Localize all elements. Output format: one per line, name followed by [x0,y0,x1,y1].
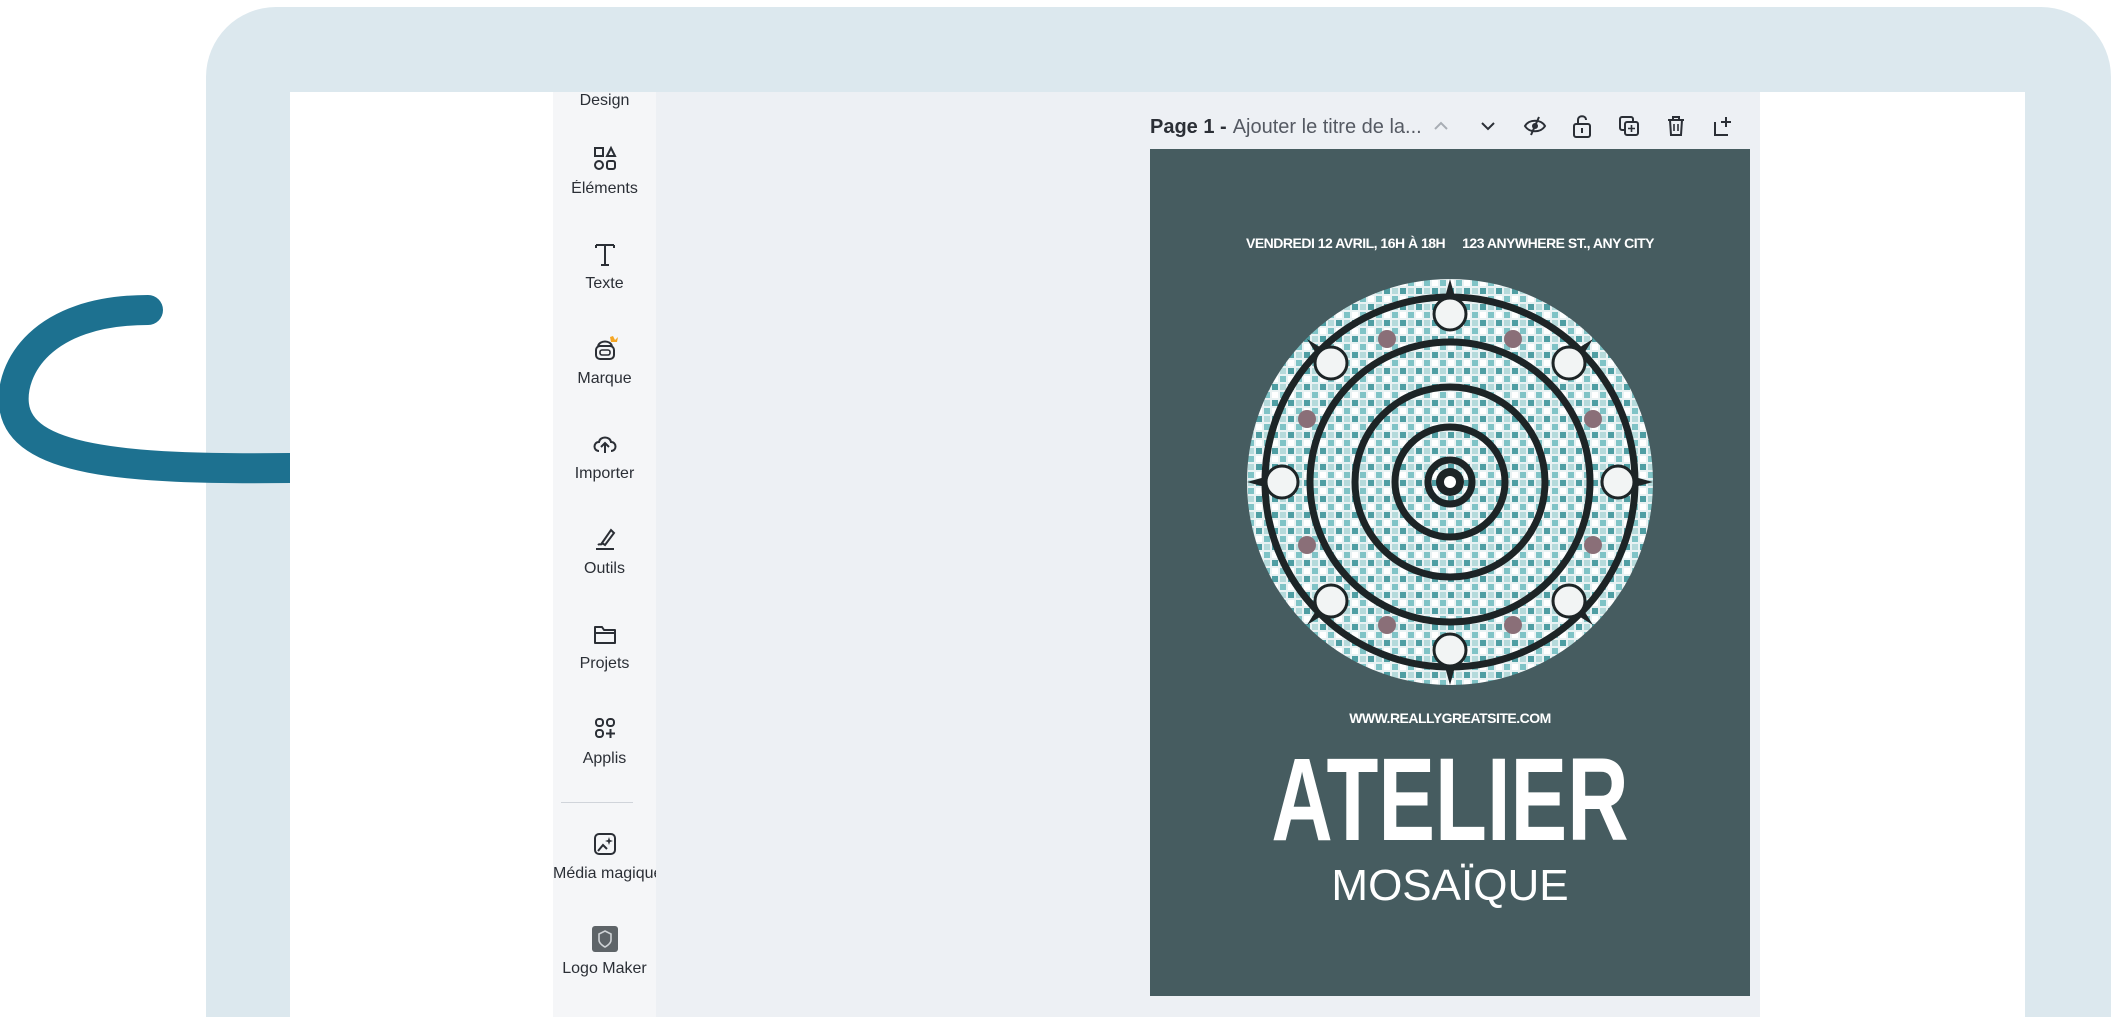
logo-maker-icon [591,926,618,952]
magic-media-icon [593,833,616,855]
sidebar-item-label: Éléments [571,180,638,197]
sidebar-item-label: Texte [585,275,624,292]
sidebar-item-logo-maker[interactable]: Logo Maker [553,924,656,978]
sidebar-item-label: Média magique [553,865,656,882]
right-margin [1760,92,2025,1017]
design-page-canvas[interactable]: VENDREDI 12 AVRIL, 16H À 18H 123 ANYWHER… [1150,149,1750,996]
sidebar-item-apps[interactable]: Applis [553,714,656,768]
sidebar-item-tools[interactable]: Outils [553,524,656,578]
sidebar-item-design[interactable]: Design [553,92,656,110]
side-panel: Design Éléments Texte Marque Importer Ou… [553,92,656,1017]
chevron-down-icon[interactable] [1472,110,1504,142]
tools-icon [595,528,615,550]
sidebar-item-label: Applis [582,750,627,767]
page-actions [1425,110,1739,142]
sidebar-item-upload[interactable]: Importer [553,429,656,483]
upload-icon [593,436,616,453]
brand-icon [594,336,618,360]
sidebar-item-label: Projets [579,655,630,672]
page-title-input[interactable]: Ajouter le titre de la... [1233,116,1422,139]
text-icon [594,244,615,266]
folder-icon [593,626,616,644]
sidebar-divider [561,802,633,803]
sidebar-item-text[interactable]: Texte [553,239,656,293]
event-info-text[interactable]: VENDREDI 12 AVRIL, 16H À 18H 123 ANYWHER… [1150,235,1750,251]
sidebar-item-magic-media[interactable]: Média magique [553,829,656,883]
apps-icon [594,718,615,738]
page-number-label: Page 1 - [1150,115,1227,138]
add-page-icon[interactable] [1707,110,1739,142]
duplicate-icon[interactable] [1613,110,1645,142]
chevron-up-icon[interactable] [1425,110,1457,142]
sidebar-item-label: Importer [574,465,635,482]
sidebar-item-elements[interactable]: Éléments [553,144,656,198]
sidebar-item-label: Marque [577,370,632,387]
poster-title[interactable]: ATELIER [1234,735,1666,865]
hide-page-icon[interactable] [1519,110,1551,142]
poster-subtitle[interactable]: MOSAÏQUE [1150,861,1750,911]
sidebar-item-label: Outils [584,560,625,577]
sidebar-item-label: Logo Maker [562,960,647,977]
sidebar-item-label: Design [579,92,630,109]
sidebar-item-projects[interactable]: Projets [553,619,656,673]
crown-badge-icon [609,336,618,342]
mosaic-mandala-image[interactable] [1247,279,1653,685]
trash-icon[interactable] [1660,110,1692,142]
elements-icon [593,145,617,170]
website-text[interactable]: WWW.REALLYGREATSITE.COM [1150,710,1750,726]
editor-screen: Design Éléments Texte Marque Importer Ou… [290,92,2025,1017]
page-title-bar: Page 1 - Ajouter le titre de la... [1150,110,1422,144]
lock-icon[interactable] [1566,110,1598,142]
sidebar-item-brand[interactable]: Marque [553,334,656,388]
